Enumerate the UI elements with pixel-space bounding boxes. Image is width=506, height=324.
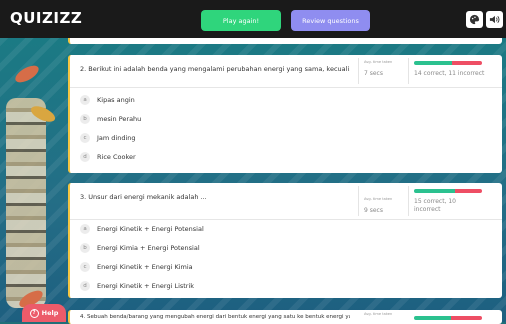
option-letter: a [80, 224, 90, 234]
option-letter: c [80, 262, 90, 272]
incorrect-bar-segment [452, 61, 482, 65]
option-letter: a [80, 95, 90, 105]
divider [408, 186, 409, 216]
answer-option: d Rice Cooker [70, 148, 502, 167]
option-letter: b [80, 114, 90, 124]
palette-icon[interactable] [466, 11, 483, 28]
question-header: 3. Unsur dari energi mekanik adalah ... … [70, 183, 502, 220]
avg-time-label: Avg. time taken [364, 197, 393, 201]
answer-option: a Energi Kinetik + Energi Potensial [70, 220, 502, 239]
option-letter: b [80, 243, 90, 253]
divider [408, 58, 409, 84]
question-text: 2. Berikut ini adalah benda yang mengala… [80, 65, 350, 73]
option-letter: d [80, 281, 90, 291]
incorrect-bar-segment [454, 189, 482, 193]
incorrect-bar-segment [451, 316, 482, 320]
option-text: Jam dinding [97, 134, 136, 142]
help-label: Help [41, 309, 59, 317]
quizizz-logo: QUIZIZZ [10, 9, 83, 27]
option-letter: d [80, 152, 90, 162]
option-text: Energi Kimia + Energi Potensial [97, 244, 200, 252]
speaker-icon[interactable] [486, 11, 503, 28]
option-text: Energi Kinetik + Energi Potensial [97, 225, 204, 233]
divider [358, 186, 359, 216]
correct-bar-segment [414, 316, 452, 320]
answer-option: c Energi Kinetik + Energi Kimia [70, 258, 502, 277]
divider [358, 58, 359, 84]
option-text: Rice Cooker [97, 153, 136, 161]
avg-time-value: 9 secs [364, 207, 383, 214]
question-card: 3. Unsur dari energi mekanik adalah ... … [68, 183, 502, 298]
accuracy-bar [414, 316, 482, 320]
option-text: Kipas angin [97, 96, 135, 104]
option-letter: c [80, 133, 90, 143]
answer-option: a Kipas angin [70, 91, 502, 110]
option-text: Energi Kinetik + Energi Listrik [97, 282, 195, 290]
leaf-decoration [12, 62, 42, 86]
score-text: 14 correct, 11 incorrect [414, 70, 485, 77]
answer-option: d Energi Kinetik + Energi Listrik [70, 277, 502, 296]
question-card: 2. Berikut ini adalah benda yang mengala… [68, 55, 502, 173]
help-button[interactable]: ? Help [22, 304, 66, 322]
option-text: Energi Kinetik + Energi Kimia [97, 263, 193, 271]
question-header: 2. Berikut ini adalah benda yang mengala… [70, 55, 502, 88]
help-icon: ? [29, 308, 39, 318]
accuracy-bar [414, 61, 482, 65]
answer-option: c Jam dinding [70, 129, 502, 148]
answer-option: b Energi Kimia + Energi Potensial [70, 239, 502, 258]
question-text: 3. Unsur dari energi mekanik adalah ... [80, 193, 207, 201]
accuracy-bar [414, 189, 482, 193]
option-text: mesin Perahu [97, 115, 142, 123]
avg-time-label: Avg. time taken [364, 60, 393, 64]
avg-time-label: Avg. time taken [364, 312, 393, 316]
question-text: 4. Sebuah benda/barang yang mengubah ene… [80, 314, 350, 320]
review-questions-button[interactable]: Review questions [291, 10, 370, 31]
answer-option: b mesin Perahu [70, 110, 502, 129]
correct-bar-segment [414, 189, 455, 193]
avg-time-value: 7 secs [364, 70, 383, 77]
play-again-button[interactable]: Play again! [201, 10, 281, 31]
score-text: 15 correct, 10 incorrect [414, 198, 456, 213]
totem-decoration [6, 98, 46, 308]
top-bar: QUIZIZZ Play again! Review questions [0, 0, 506, 38]
correct-bar-segment [414, 61, 453, 65]
